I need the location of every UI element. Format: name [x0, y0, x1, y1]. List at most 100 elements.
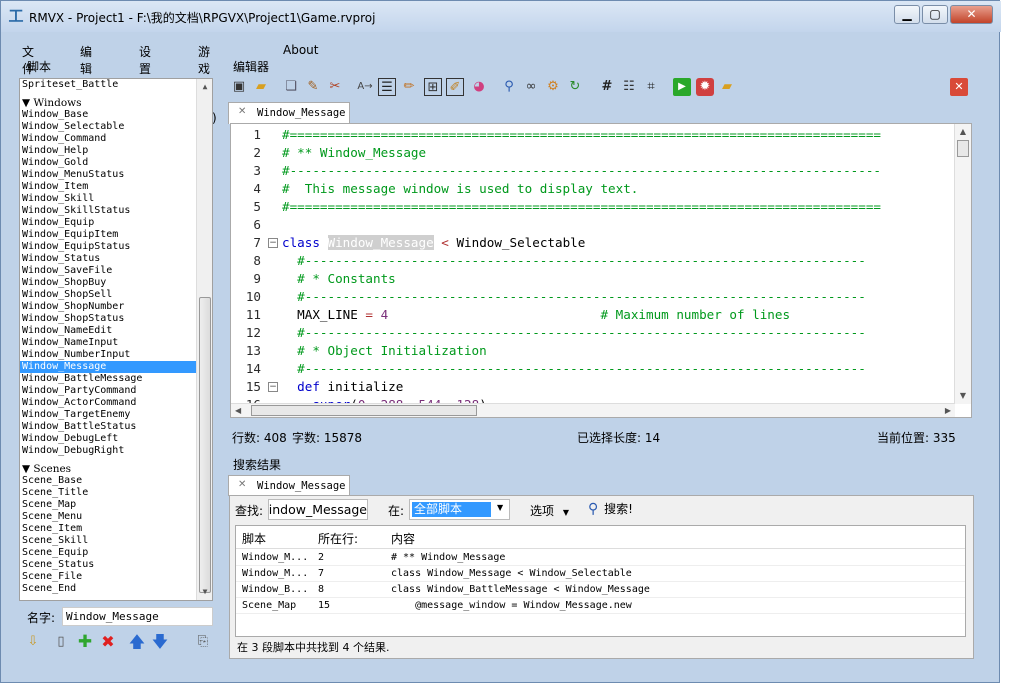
script-list-item[interactable]: Window_EquipStatus — [20, 241, 212, 253]
code-line[interactable]: #=======================================… — [282, 126, 881, 144]
close-button[interactable]: ✕ — [950, 5, 993, 24]
maximize-button[interactable]: ▢ — [922, 5, 948, 24]
script-list-item[interactable]: Window_Item — [20, 181, 212, 193]
scroll-right-icon[interactable]: ▶ — [945, 404, 951, 417]
script-list-item[interactable]: Window_DebugLeft — [20, 433, 212, 445]
code-line[interactable]: def initialize — [282, 378, 403, 396]
code-editor[interactable]: 1234567−89101112131415−16 #=============… — [230, 123, 972, 418]
script-list-item[interactable]: Window_BattleMessage — [20, 373, 212, 385]
code-line[interactable]: MAX_LINE = 4 # Maximum number of lines — [282, 306, 790, 324]
script-list-item[interactable]: Window_ShopStatus — [20, 313, 212, 325]
code-line[interactable]: #---------------------------------------… — [282, 288, 866, 306]
script-list-item[interactable]: Window_Selectable — [20, 121, 212, 133]
code-line[interactable]: #---------------------------------------… — [282, 162, 881, 180]
script-list-item[interactable]: Window_PartyCommand — [20, 385, 212, 397]
color-wheel-icon[interactable]: ◕ — [470, 78, 488, 96]
code-vertical-scrollbar[interactable]: ▲ ▼ — [954, 124, 971, 404]
script-list-item[interactable]: Scene_Equip — [20, 547, 212, 559]
scroll-thumb[interactable] — [957, 140, 969, 157]
script-list-item[interactable]: Scene_Menu — [20, 511, 212, 523]
script-list-item[interactable]: Window_EquipItem — [20, 229, 212, 241]
grid-icon[interactable]: ⊞ — [424, 78, 442, 96]
scroll-up-icon[interactable]: ▲ — [197, 79, 212, 95]
search-tab[interactable]: ✕ Window_Message — [228, 475, 350, 496]
comment-icon[interactable]: # — [598, 78, 616, 96]
search-doc-icon[interactable]: ⎘ — [194, 633, 212, 651]
close-editor-icon[interactable]: ✕ — [950, 78, 968, 96]
script-list-item[interactable]: Window_ShopBuy — [20, 277, 212, 289]
result-row[interactable]: Window_B... 8 class Window_BattleMessage <… — [236, 582, 965, 598]
script-list-item[interactable]: Window_ActorCommand — [20, 397, 212, 409]
script-list-item[interactable]: Window_Gold — [20, 157, 212, 169]
scroll-thumb[interactable] — [251, 405, 477, 416]
script-list-item[interactable]: Window_NameInput — [20, 337, 212, 349]
script-list-item[interactable]: Window_Command — [20, 133, 212, 145]
column-header-line[interactable]: 所在行: — [318, 530, 358, 547]
script-list-item[interactable]: Window_Status — [20, 253, 212, 265]
scroll-down-icon[interactable]: ▼ — [955, 388, 971, 404]
script-list-item[interactable]: Window_Equip — [20, 217, 212, 229]
script-list-item[interactable]: Spriteset_Battle — [20, 79, 212, 91]
result-row[interactable]: Window_M... 2 # ** Window_Message — [236, 550, 965, 566]
scope-select[interactable]: 全部脚本 ▼ — [409, 499, 510, 520]
scroll-left-icon[interactable]: ◀ — [235, 404, 241, 417]
script-group[interactable]: ▼ Scenes — [20, 463, 212, 475]
move-up-icon[interactable]: 🡅 — [128, 633, 146, 651]
play-icon[interactable]: ▶ — [673, 78, 691, 96]
code-line[interactable]: #---------------------------------------… — [282, 360, 866, 378]
script-list-item[interactable]: Window_Help — [20, 145, 212, 157]
script-list-item[interactable]: Window_BattleStatus — [20, 421, 212, 433]
script-list-item[interactable]: Scene_File — [20, 571, 212, 583]
brush-icon[interactable]: ✐ — [446, 78, 464, 96]
pencil-icon[interactable]: ✏ — [400, 78, 418, 96]
code-line[interactable]: #---------------------------------------… — [282, 324, 866, 342]
code-line[interactable]: #---------------------------------------… — [282, 252, 866, 270]
new-page-icon[interactable]: ▯ — [52, 633, 70, 651]
replace-icon[interactable]: A→ — [356, 78, 374, 96]
script-list-item[interactable]: Window_Skill — [20, 193, 212, 205]
project-folder-icon[interactable]: ▰ — [718, 78, 736, 96]
script-list-item[interactable]: Window_NumberInput — [20, 349, 212, 361]
script-list-item[interactable]: Window_ShopNumber — [20, 301, 212, 313]
menu-about[interactable]: About — [283, 43, 318, 57]
scroll-up-icon[interactable]: ▲ — [955, 124, 971, 140]
settings-icon[interactable]: ✹ — [696, 78, 714, 96]
script-list-item[interactable]: Window_Base — [20, 109, 212, 121]
script-list-item[interactable]: Scene_Base — [20, 475, 212, 487]
copy-icon[interactable]: ❏ — [282, 78, 300, 96]
find-next-icon[interactable]: ∞ — [522, 78, 540, 96]
script-list-item[interactable]: Window_DebugRight — [20, 445, 212, 457]
list-icon[interactable]: ☷ — [620, 78, 638, 96]
result-row[interactable]: Scene_Map 15 @message_window = Window_Mes… — [236, 598, 965, 614]
delete-icon[interactable]: ✖ — [99, 633, 117, 651]
crop-icon[interactable]: ⌗ — [642, 78, 660, 96]
search-tab-close-icon[interactable]: ✕ — [238, 479, 246, 490]
script-list-item[interactable]: Scene_Item — [20, 523, 212, 535]
script-list-item[interactable]: Window_Message — [20, 361, 212, 373]
cut-icon[interactable]: ✂ — [326, 78, 344, 96]
refresh-icon[interactable]: ↻ — [566, 78, 584, 96]
code-line[interactable]: class Window_Message < Window_Selectable — [282, 234, 585, 252]
tab-close-icon[interactable]: ✕ — [238, 106, 246, 117]
search-icon[interactable]: ⚲ — [500, 78, 518, 96]
script-list-item[interactable]: Scene_End — [20, 583, 212, 595]
code-line[interactable]: # * Constants — [282, 270, 396, 288]
code-line[interactable]: # * Object Initialization — [282, 342, 487, 360]
results-table[interactable]: 脚本 所在行: 内容 Window_M... 2 # ** Window_Messa… — [235, 525, 966, 637]
script-list-item[interactable]: Scene_Map — [20, 499, 212, 511]
import-icon[interactable]: ⇩ — [24, 633, 42, 651]
replace-all-icon[interactable]: ⚙ — [544, 78, 562, 96]
indent-icon[interactable]: ☰ — [378, 78, 396, 96]
column-header-content[interactable]: 内容 — [391, 530, 415, 547]
save-icon[interactable]: ▣ — [230, 78, 248, 96]
column-header-script[interactable]: 脚本 — [242, 530, 266, 547]
search-button[interactable]: ⚲ 搜索! — [588, 500, 633, 517]
script-list-item[interactable]: Scene_Skill — [20, 535, 212, 547]
script-list-item[interactable]: Window_TargetEnemy — [20, 409, 212, 421]
open-folder-icon[interactable]: ▰ — [252, 78, 270, 96]
script-group[interactable]: ▼ Windows — [20, 97, 212, 109]
script-list-item[interactable]: Scene_Status — [20, 559, 212, 571]
result-row[interactable]: Window_M... 7 class Window_Message < Windo… — [236, 566, 965, 582]
find-input[interactable]: Window_Message — [268, 499, 368, 520]
script-list-item[interactable]: Window_MenuStatus — [20, 169, 212, 181]
